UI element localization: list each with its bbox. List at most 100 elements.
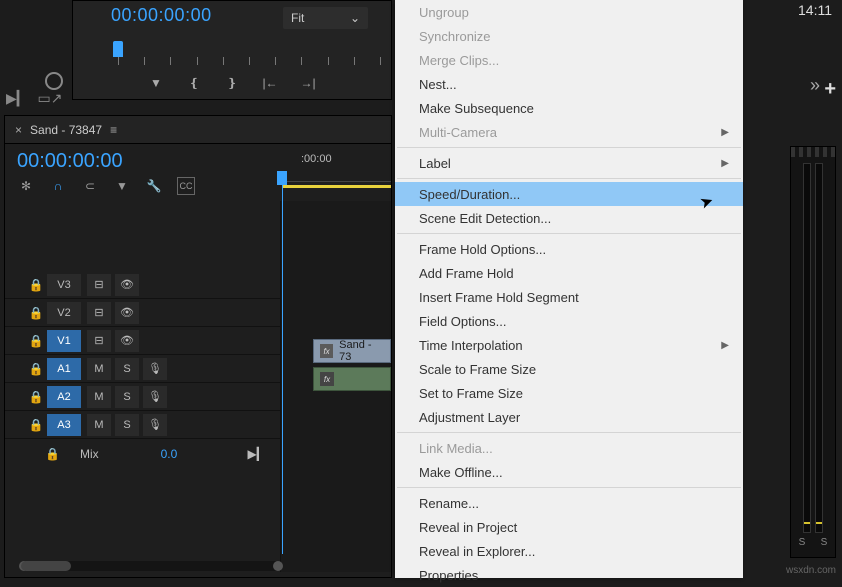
nest-icon[interactable]: ✻ — [17, 177, 35, 195]
menu-item-properties[interactable]: Properties — [395, 563, 743, 587]
lock-icon[interactable]: 🔒 — [27, 306, 45, 320]
menu-item-multi-camera: Multi-Camera▶ — [395, 120, 743, 144]
track-label[interactable]: V3 — [47, 274, 81, 296]
track-a1[interactable]: 🔒 A1 M S 🎙 — [5, 355, 280, 383]
zoom-fit-dropdown[interactable]: Fit ⌄ — [283, 7, 368, 29]
menu-item-frame-hold-options[interactable]: Frame Hold Options... — [395, 237, 743, 261]
lock-icon[interactable]: 🔒 — [45, 447, 60, 461]
track-label[interactable]: V1 — [47, 330, 81, 352]
program-playhead[interactable] — [113, 41, 123, 57]
peak-indicator — [816, 522, 822, 524]
track-label[interactable]: A2 — [47, 386, 81, 408]
audio-meter: S S — [790, 146, 836, 558]
menu-item-field-options[interactable]: Field Options... — [395, 309, 743, 333]
out-point-icon[interactable]: ❵ — [224, 75, 240, 91]
zoom-fit-label: Fit — [291, 11, 304, 25]
panel-menu-icon[interactable]: ≡ — [110, 123, 117, 137]
menu-item-reveal-in-explorer[interactable]: Reveal in Explorer... — [395, 539, 743, 563]
fx-badge-icon[interactable]: fx — [320, 344, 333, 358]
track-v3[interactable]: 🔒 V3 ⊟ 👁 — [5, 271, 280, 299]
in-point-icon[interactable]: ❴ — [186, 75, 202, 91]
track-label[interactable]: V2 — [47, 302, 81, 324]
menu-item-merge-clips: Merge Clips... — [395, 48, 743, 72]
eye-icon[interactable]: 👁 — [115, 302, 139, 324]
track-label[interactable]: A1 — [47, 358, 81, 380]
mix-track[interactable]: 🔒 Mix 0.0 ▶▎ — [5, 439, 280, 469]
scroll-cap-right[interactable] — [273, 561, 283, 571]
lock-icon[interactable]: 🔒 — [27, 334, 45, 348]
mute-button[interactable]: M — [87, 386, 111, 408]
track-v1[interactable]: 🔒 V1 ⊟ 👁 — [5, 327, 280, 355]
track-a3[interactable]: 🔒 A3 M S 🎙 — [5, 411, 280, 439]
track-v2[interactable]: 🔒 V2 ⊟ 👁 — [5, 299, 280, 327]
timeline-timecode[interactable]: 00:00:00:00 — [5, 144, 391, 175]
menu-item-scale-to-frame-size[interactable]: Scale to Frame Size — [395, 357, 743, 381]
menu-item-time-interpolation[interactable]: Time Interpolation▶ — [395, 333, 743, 357]
mute-button[interactable]: M — [87, 358, 111, 380]
menu-item-add-frame-hold[interactable]: Add Frame Hold — [395, 261, 743, 285]
marker-tool-icon[interactable]: ▼ — [113, 177, 131, 195]
export-frame-icon[interactable]: ▭↗ — [38, 90, 63, 114]
track-content-area[interactable]: :00:00 fx Sand - 73 fx — [281, 201, 391, 572]
solo-button[interactable]: S — [115, 358, 139, 380]
transport-icon[interactable]: ▶▎ — [248, 447, 266, 461]
sequence-tab[interactable]: × Sand - 73847 ≡ — [5, 116, 391, 144]
toggle-output-icon[interactable]: ⊟ — [87, 330, 111, 352]
voiceover-mic-icon[interactable]: 🎙 — [143, 386, 167, 408]
timeline-scrollbar[interactable] — [21, 561, 281, 571]
go-to-in-icon[interactable]: |← — [262, 75, 278, 91]
menu-separator — [397, 178, 741, 179]
mute-button[interactable]: M — [87, 414, 111, 436]
menu-item-adjustment-layer[interactable]: Adjustment Layer — [395, 405, 743, 429]
settings-wrench-icon[interactable]: 🔧 — [145, 177, 163, 195]
work-area-bar[interactable] — [282, 185, 391, 188]
captions-icon[interactable]: CC — [177, 177, 195, 195]
program-ruler[interactable] — [113, 41, 381, 71]
voiceover-mic-icon[interactable]: 🎙 — [143, 358, 167, 380]
menu-item-label[interactable]: Label▶ — [395, 151, 743, 175]
menu-item-reveal-in-project[interactable]: Reveal in Project — [395, 515, 743, 539]
voiceover-mic-icon[interactable]: 🎙 — [143, 414, 167, 436]
solo-label[interactable]: S — [799, 537, 806, 548]
lock-icon[interactable]: 🔒 — [27, 278, 45, 292]
solo-button[interactable]: S — [115, 414, 139, 436]
scroll-thumb[interactable] — [21, 561, 71, 571]
menu-item-insert-frame-hold-segment[interactable]: Insert Frame Hold Segment — [395, 285, 743, 309]
linked-selection-icon[interactable]: ⊂ — [81, 177, 99, 195]
fx-badge-icon[interactable]: fx — [320, 372, 334, 386]
lock-icon[interactable]: 🔒 — [27, 418, 45, 432]
program-timecode[interactable]: 00:00:00:00 — [111, 5, 212, 26]
track-label[interactable]: A3 — [47, 414, 81, 436]
eye-icon[interactable]: 👁 — [115, 274, 139, 296]
lock-icon[interactable]: 🔒 — [27, 362, 45, 376]
solo-button[interactable]: S — [115, 386, 139, 408]
menu-item-rename[interactable]: Rename... — [395, 491, 743, 515]
step-back-icon[interactable]: ▶▎ — [6, 90, 28, 114]
audio-clip[interactable]: fx — [313, 367, 391, 391]
add-panel-button[interactable]: + — [824, 78, 836, 101]
close-icon[interactable]: × — [15, 123, 22, 137]
go-to-out-icon[interactable]: →| — [300, 75, 316, 91]
meter-grip[interactable] — [791, 147, 835, 157]
toggle-output-icon[interactable]: ⊟ — [87, 274, 111, 296]
overflow-chevrons-icon[interactable]: » — [810, 75, 816, 96]
eye-icon[interactable]: 👁 — [115, 330, 139, 352]
menu-item-make-offline[interactable]: Make Offline... — [395, 460, 743, 484]
solo-label[interactable]: S — [821, 537, 828, 548]
record-circle-icon[interactable] — [45, 72, 63, 90]
mix-label: Mix — [80, 447, 99, 461]
toggle-output-icon[interactable]: ⊟ — [87, 302, 111, 324]
program-end-timecode: 14:11 — [798, 2, 832, 18]
menu-item-set-to-frame-size[interactable]: Set to Frame Size — [395, 381, 743, 405]
marker-icon[interactable]: ▼ — [148, 75, 164, 91]
menu-item-scene-edit-detection[interactable]: Scene Edit Detection... — [395, 206, 743, 230]
menu-item-make-subsequence[interactable]: Make Subsequence — [395, 96, 743, 120]
mix-value[interactable]: 0.0 — [161, 447, 178, 461]
video-clip[interactable]: fx Sand - 73 — [313, 339, 391, 363]
menu-item-nest[interactable]: Nest... — [395, 72, 743, 96]
lock-icon[interactable]: 🔒 — [27, 390, 45, 404]
track-a2[interactable]: 🔒 A2 M S 🎙 — [5, 383, 280, 411]
timeline-panel: × Sand - 73847 ≡ 00:00:00:00 ✻ ∩ ⊂ ▼ 🔧 C… — [4, 115, 392, 578]
menu-item-speed-duration[interactable]: Speed/Duration... — [395, 182, 743, 206]
snap-icon[interactable]: ∩ — [49, 177, 67, 195]
